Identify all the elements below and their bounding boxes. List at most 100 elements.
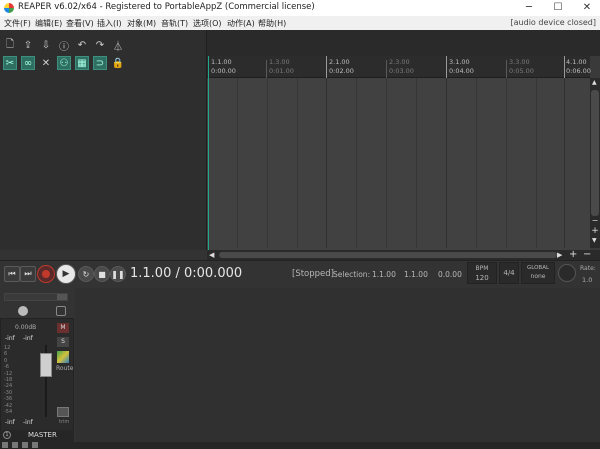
play-button[interactable]: ▶ (56, 264, 76, 284)
audio-device-status: [audio device closed] (510, 18, 596, 27)
close-button[interactable]: ✕ (580, 1, 594, 15)
time-signature[interactable]: 4/4 (499, 262, 519, 284)
ruler-label-measure: 3.3.00 (509, 58, 530, 66)
bpm-label: BPM (475, 265, 489, 272)
ripple-edit-icon[interactable]: ✂ (3, 56, 17, 70)
playrate-knob[interactable] (558, 264, 576, 282)
undo-icon[interactable]: ↶ (75, 38, 89, 52)
bpm-value: 120 (475, 274, 489, 282)
master-track-strip: 0.00dB -inf -inf 12 6 0 -6 -12 -18 -24 -… (0, 318, 74, 440)
scroll-right-icon[interactable]: ▶ (557, 251, 562, 259)
lock-icon[interactable]: 🔒 (111, 56, 125, 70)
stop-button[interactable]: ■ (94, 266, 110, 282)
menu-options[interactable]: 选项(O) (193, 18, 222, 29)
horizontal-scrollbar[interactable]: ◀ ▶ + − (207, 249, 600, 260)
mixer-tab-icon[interactable] (12, 442, 18, 448)
master-fx-bar[interactable] (4, 293, 68, 301)
master-route-button[interactable]: Route (56, 365, 73, 372)
master-io-icon[interactable] (56, 306, 66, 316)
master-bottom-right: -inf (23, 419, 33, 426)
ruler-label-time: 0:01.00 (269, 67, 294, 75)
global-automation-box[interactable]: GLOBAL none (521, 262, 555, 284)
menu-actions[interactable]: 动作(A) (227, 18, 255, 29)
master-bottom-left: -inf (5, 419, 15, 426)
meter-scale-label: -54 (4, 409, 13, 416)
selection-start[interactable]: 1.1.00 (372, 270, 396, 279)
grid-line (267, 78, 268, 248)
grid-icon[interactable]: ▦ (75, 56, 89, 70)
time-display: 1.1.00 / 0:00.000 (130, 266, 243, 281)
grid-line (386, 78, 387, 248)
metronome-icon[interactable]: ⏃ (111, 38, 125, 53)
menu-view[interactable]: 查看(V) (66, 18, 94, 29)
zoom-out-vertical-icon[interactable]: − (591, 216, 599, 226)
go-to-start-button[interactable]: ⏮ (4, 266, 20, 282)
maximize-button[interactable]: ☐ (551, 1, 565, 15)
master-mute-button[interactable]: M (57, 323, 69, 333)
menu-file[interactable]: 文件(F) (4, 18, 31, 29)
zoom-out-horizontal-icon[interactable]: − (583, 249, 591, 260)
grid-line (326, 78, 327, 248)
open-project-icon[interactable]: ⇪ (21, 38, 35, 52)
master-volume-db: 0.00dB (15, 324, 37, 331)
selection-end[interactable]: 1.1.00 (404, 270, 428, 279)
bpm-box[interactable]: BPM 120 (467, 262, 497, 284)
menu-track[interactable]: 音轨(T) (161, 18, 188, 29)
new-project-icon[interactable]: 🗋 (3, 38, 17, 52)
ruler-label-measure: 2.1.00 (329, 58, 350, 66)
master-trim-icon[interactable] (57, 407, 69, 417)
trim-label: trim (59, 419, 70, 425)
track-control-panel[interactable]: 🗋 ⇪ ⇩ ⓘ ↶ ↷ ⏃ ✂ ∞ ✕ ⚇ ▦ ⊃ 🔒 (0, 30, 207, 250)
vertical-scrollbar[interactable]: ▲ − + ▼ (590, 78, 600, 248)
rate-label: Rate: (580, 265, 596, 272)
scroll-left-icon[interactable]: ◀ (209, 251, 214, 259)
item-grouping-icon[interactable]: ∞ (21, 56, 35, 70)
edit-cursor[interactable] (208, 56, 209, 250)
grid-line (297, 78, 298, 248)
ruler-label-measure: 3.1.00 (449, 58, 470, 66)
ruler-label-time: 0:00.00 (211, 67, 236, 75)
window-title: REAPER v6.02/x64 - Registered to Portabl… (18, 2, 315, 12)
redo-icon[interactable]: ↷ (93, 38, 107, 52)
minimize-button[interactable]: ─ (522, 1, 536, 15)
go-to-end-button[interactable]: ⏭ (20, 266, 36, 282)
envelope-icon[interactable]: ⚇ (57, 56, 71, 70)
global-label: GLOBAL (526, 265, 550, 271)
master-solo-button[interactable]: S (57, 337, 69, 347)
zoom-in-vertical-icon[interactable]: + (591, 226, 599, 236)
save-project-icon[interactable]: ⇩ (39, 38, 53, 52)
transport-state: [Stopped] (292, 269, 334, 279)
master-knob-icon[interactable] (18, 306, 28, 316)
vertical-scroll-thumb[interactable] (591, 90, 599, 216)
record-icon (42, 270, 50, 278)
crossfade-icon[interactable]: ✕ (39, 56, 53, 70)
timeline-ruler[interactable]: 1.1.00 0:00.00 1.3.00 0:01.00 2.1.00 0:0… (207, 56, 591, 78)
scroll-up-icon[interactable]: ▲ (592, 80, 598, 86)
mixer-tab-icon[interactable] (22, 442, 28, 448)
menu-edit[interactable]: 编辑(E) (35, 18, 62, 29)
ruler-header (207, 30, 600, 56)
track-area[interactable] (207, 78, 590, 250)
grid-line (476, 78, 477, 248)
ruler-tick (446, 56, 447, 78)
project-settings-icon[interactable]: ⓘ (57, 38, 71, 53)
record-button[interactable] (37, 265, 55, 283)
scroll-down-icon[interactable]: ▼ (592, 238, 598, 244)
grid-line (416, 78, 417, 248)
master-fader-handle[interactable] (40, 353, 52, 377)
ruler-label-time: 0:04.00 (449, 67, 474, 75)
master-fx-icon[interactable] (57, 351, 69, 363)
menu-item[interactable]: 对象(M) (127, 18, 156, 29)
menu-insert[interactable]: 插入(I) (97, 18, 122, 29)
zoom-in-horizontal-icon[interactable]: + (569, 249, 577, 260)
menu-help[interactable]: 帮助(H) (258, 18, 286, 29)
horizontal-scroll-thumb[interactable] (219, 252, 557, 258)
mixer-tab-icon[interactable] (32, 442, 38, 448)
mixer-tab-icon[interactable] (2, 442, 8, 448)
ruler-tick (266, 60, 267, 78)
selection-length[interactable]: 0.0.00 (438, 270, 462, 279)
pause-button[interactable]: ❚❚ (110, 266, 126, 282)
repeat-button[interactable]: ↻ (78, 266, 94, 282)
menu-bar: 文件(F) 编辑(E) 查看(V) 插入(I) 对象(M) 音轨(T) 选项(O… (0, 16, 600, 30)
snap-icon[interactable]: ⊃ (93, 56, 107, 70)
